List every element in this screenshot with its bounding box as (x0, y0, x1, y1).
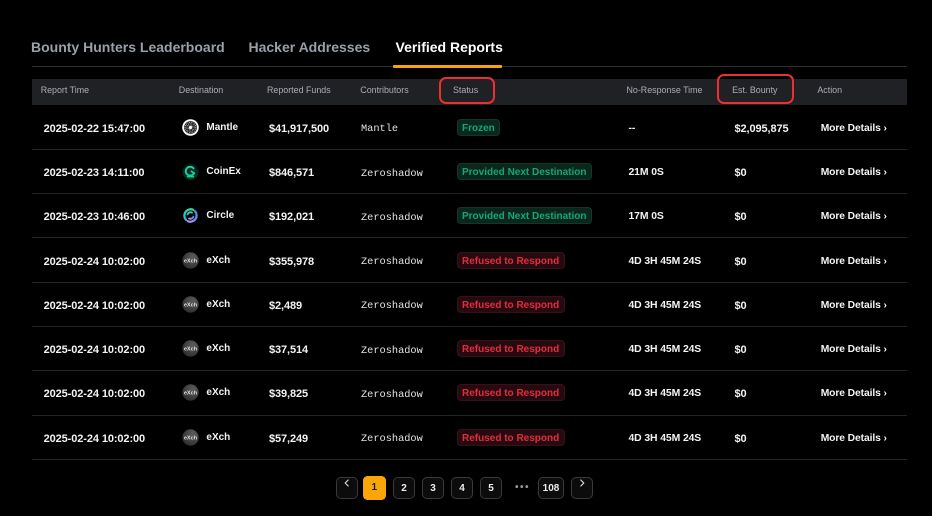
svg-text:eXch: eXch (184, 346, 198, 352)
svg-text:eXch: eXch (184, 258, 198, 264)
svg-text:eXch: eXch (184, 302, 198, 308)
svg-text:eXch: eXch (184, 435, 198, 441)
svg-text:eXch: eXch (184, 391, 198, 397)
